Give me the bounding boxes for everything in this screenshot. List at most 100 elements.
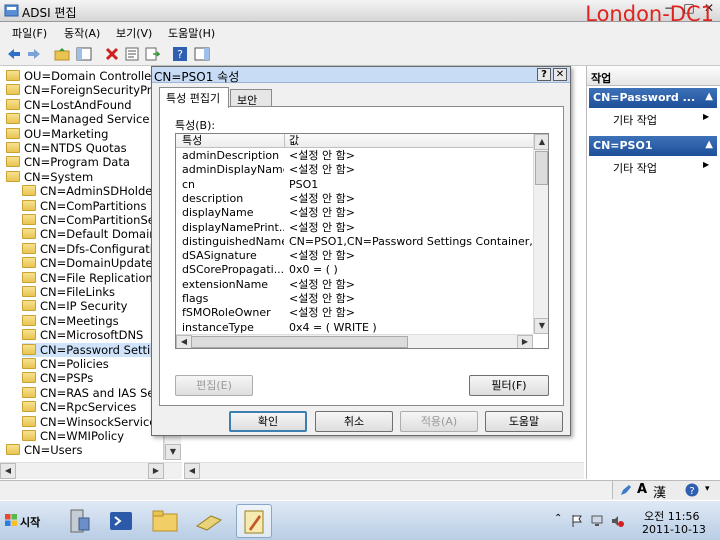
help-icon[interactable]: ?	[172, 46, 188, 62]
menu-view[interactable]: 보기(V)	[116, 25, 152, 41]
forward-arrow-icon[interactable]	[26, 46, 42, 62]
attributes-list[interactable]: 특성 값 adminDescription <설정 안 함> adminDispla…	[175, 133, 549, 349]
tree-node[interactable]: OU=Marketing	[6, 127, 108, 141]
table-row[interactable]: dSCorePropagati... 0x0 = ( )	[176, 263, 533, 277]
scroll-left-button[interactable]: ◀	[0, 463, 16, 479]
tree-node[interactable]: CN=Program Data	[6, 155, 130, 169]
collapse-up-icon[interactable]: ▲	[705, 139, 713, 150]
network-icon[interactable]	[590, 514, 604, 528]
action-more-actions[interactable]: 기타 작업 ▶	[613, 112, 709, 128]
ok-button[interactable]: 확인	[229, 411, 307, 432]
table-row[interactable]: flags <설정 안 함>	[176, 292, 533, 306]
action-center-flag-icon[interactable]	[570, 514, 584, 528]
tree-node[interactable]: CN=AdminSDHolder	[22, 184, 157, 198]
tree-node[interactable]: CN=ComPartitions	[22, 199, 146, 213]
back-arrow-icon[interactable]	[6, 46, 22, 62]
tree-node[interactable]: CN=Users	[6, 443, 82, 457]
tree-node[interactable]: CN=MicrosoftDNS	[22, 328, 143, 342]
list-vertical-scrollbar[interactable]: ▲ ▼	[533, 134, 548, 334]
action-section-password-settings[interactable]: CN=Password ... ▲	[589, 88, 717, 108]
ime-hanja-icon[interactable]: 漢	[653, 482, 666, 501]
tree-node[interactable]: CN=WMIPolicy	[22, 429, 124, 443]
edit-button[interactable]: 편집(E)	[175, 375, 253, 396]
dialog-help-button[interactable]: ?	[537, 68, 551, 81]
clock-time[interactable]: 오전 11:56	[644, 508, 699, 524]
scroll-left-button[interactable]: ◀	[184, 463, 200, 479]
tree-node[interactable]: CN=FileLinks	[22, 285, 115, 299]
scroll-right-button[interactable]: ▶	[517, 335, 533, 348]
table-row[interactable]: displayNamePrint... <설정 안 함>	[176, 221, 533, 235]
collapse-up-icon[interactable]: ▲	[705, 91, 713, 102]
action-section-pso1[interactable]: CN=PSO1 ▲	[589, 136, 717, 156]
taskbar-explorer[interactable]	[148, 504, 184, 538]
tree-horizontal-scrollbar[interactable]: ◀ ▶	[0, 462, 182, 479]
show-hidden-icons-icon[interactable]: ⌃	[554, 513, 562, 524]
tree-node[interactable]: CN=System	[6, 170, 93, 184]
tree-node[interactable]: CN=WinsockServices	[22, 415, 162, 429]
filter-button[interactable]: 필터(F)	[469, 375, 549, 396]
delete-icon[interactable]	[104, 46, 120, 62]
volume-muted-icon[interactable]	[610, 514, 624, 528]
tree-node[interactable]: CN=File Replication S	[22, 271, 163, 285]
tree-node[interactable]: CN=PSPs	[22, 371, 93, 385]
tree-node[interactable]: CN=Managed Service Ac	[6, 112, 163, 126]
detail-horizontal-scrollbar[interactable]: ◀	[184, 462, 584, 479]
show-action-pane-icon[interactable]	[194, 46, 210, 62]
tree-node[interactable]: CN=Dfs-Configuration	[22, 242, 163, 256]
table-row[interactable]: adminDisplayName <설정 안 함>	[176, 163, 533, 177]
tree-node[interactable]: CN=RAS and IAS Ser	[22, 386, 159, 400]
scroll-down-button[interactable]: ▼	[534, 318, 548, 334]
scroll-down-button[interactable]: ▼	[165, 444, 181, 460]
tree-node[interactable]: CN=RpcServices	[22, 400, 136, 414]
table-row[interactable]: instanceType 0x4 = ( WRITE )	[176, 321, 533, 335]
table-row[interactable]: adminDescription <설정 안 함>	[176, 149, 533, 163]
tree-node[interactable]: CN=Policies	[22, 357, 109, 371]
export-list-icon[interactable]	[144, 46, 160, 62]
tree-node[interactable]: CN=NTDS Quotas	[6, 141, 127, 155]
taskbar-adsi-edit[interactable]	[236, 504, 272, 538]
tree-node[interactable]: CN=ForeignSecurityPrinc	[6, 83, 163, 97]
taskbar-powershell[interactable]	[104, 504, 140, 538]
cancel-button[interactable]: 취소	[315, 411, 393, 432]
action-more-actions[interactable]: 기타 작업 ▶	[613, 160, 709, 176]
ime-mode-a-icon[interactable]: A	[637, 482, 647, 497]
table-row[interactable]: displayName <설정 안 함>	[176, 206, 533, 220]
tree-node[interactable]: CN=Default Domain P	[22, 227, 163, 241]
scroll-right-button[interactable]: ▶	[148, 463, 164, 479]
scroll-thumb[interactable]	[191, 336, 408, 348]
tree-node[interactable]: OU=Domain Controllers	[6, 69, 162, 83]
table-row[interactable]: distinguishedName CN=PSO1,CN=Password Set…	[176, 235, 533, 249]
tab-security[interactable]: 보안	[230, 89, 272, 107]
tree-node[interactable]: CN=Meetings	[22, 314, 119, 328]
ime-options-icon[interactable]: ▾	[705, 484, 710, 494]
show-hide-tree-icon[interactable]	[76, 46, 92, 62]
scroll-left-button[interactable]: ◀	[176, 335, 192, 348]
menu-file[interactable]: 파일(F)	[12, 25, 47, 41]
table-row[interactable]: fSMORoleOwner <설정 안 함>	[176, 306, 533, 320]
column-header-attribute[interactable]: 특성	[182, 134, 202, 148]
clock-date[interactable]: 2011-10-13	[642, 523, 706, 536]
taskbar-app[interactable]	[192, 504, 228, 538]
taskbar-server-manager[interactable]	[62, 504, 98, 538]
list-horizontal-scrollbar[interactable]: ◀ ▶	[176, 334, 533, 348]
ime-help-icon[interactable]: ?	[685, 483, 699, 497]
tree-node[interactable]: CN=LostAndFound	[6, 98, 132, 112]
tree-node[interactable]: CN=ComPartitionSets	[22, 213, 163, 227]
apply-button[interactable]: 적용(A)	[400, 411, 478, 432]
tree-node[interactable]: CN=DomainUpdates	[22, 256, 159, 270]
tree-node[interactable]: CN=IP Security	[22, 299, 127, 313]
dialog-help-button-bottom[interactable]: 도움말	[485, 411, 563, 432]
dialog-close-button[interactable]: ✕	[553, 68, 567, 81]
table-row[interactable]: cn PSO1	[176, 178, 533, 192]
tab-attribute-editor[interactable]: 특성 편집기	[159, 87, 229, 108]
up-folder-icon[interactable]	[54, 46, 70, 62]
table-row[interactable]: description <설정 안 함>	[176, 192, 533, 206]
ime-language-bar[interactable]: A 漢 ? ▾	[612, 481, 720, 501]
table-row[interactable]: extensionName <설정 안 함>	[176, 278, 533, 292]
table-row[interactable]: dSASignature <설정 안 함>	[176, 249, 533, 263]
scroll-thumb[interactable]	[535, 151, 548, 185]
menu-action[interactable]: 동작(A)	[64, 25, 100, 41]
ime-pen-icon[interactable]	[619, 483, 633, 497]
menu-help[interactable]: 도움말(H)	[168, 25, 215, 41]
column-header-value[interactable]: 값	[289, 134, 299, 148]
